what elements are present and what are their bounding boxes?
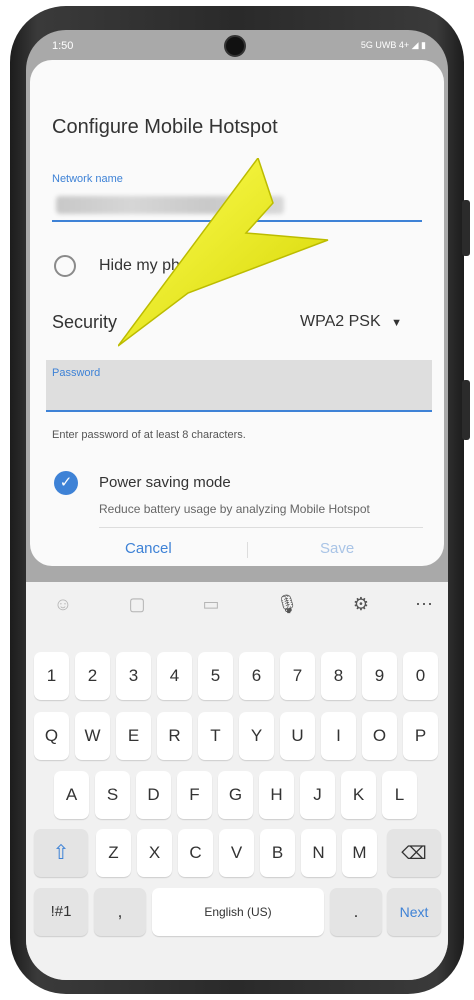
gif-icon[interactable]: ▭ (198, 594, 224, 615)
volume-button (462, 200, 470, 256)
save-button[interactable]: Save (320, 540, 354, 557)
backspace-key[interactable]: ⌫ (387, 829, 441, 877)
key-h[interactable]: H (259, 771, 294, 819)
next-key[interactable]: Next (387, 888, 441, 936)
space-key[interactable]: English (US) (152, 888, 324, 936)
dropdown-arrow-icon: ▼ (391, 317, 402, 329)
key-a[interactable]: A (54, 771, 89, 819)
password-hint: Enter password of at least 8 characters. (52, 429, 246, 441)
period-key[interactable]: . (330, 888, 382, 936)
phone-screen: 1:50 5G UWB 4+ ◢ ▮ Configure Mobile Hots… (26, 30, 448, 980)
key-4[interactable]: 4 (157, 652, 192, 700)
key-x[interactable]: X (137, 829, 172, 877)
key-2[interactable]: 2 (75, 652, 110, 700)
key-k[interactable]: K (341, 771, 376, 819)
power-saving-checkbox[interactable]: ✓ (54, 471, 78, 495)
key-j[interactable]: J (300, 771, 335, 819)
network-name-label: Network name (52, 173, 123, 185)
comma-key[interactable]: , (94, 888, 146, 936)
signal-icon: ◢ (411, 40, 419, 50)
backspace-icon: ⌫ (401, 843, 427, 863)
key-i[interactable]: I (321, 712, 356, 760)
key-y[interactable]: Y (239, 712, 274, 760)
key-l[interactable]: L (382, 771, 417, 819)
key-3[interactable]: 3 (116, 652, 151, 700)
key-r[interactable]: R (157, 712, 192, 760)
status-time: 1:50 (52, 40, 74, 52)
settings-gear-icon[interactable]: ⚙ (348, 594, 374, 615)
checkmark-icon: ✓ (59, 474, 73, 491)
button-divider (247, 542, 248, 558)
scroll-divider (99, 527, 423, 528)
home-icon[interactable]: ◯ (228, 978, 248, 980)
key-m[interactable]: M (342, 829, 377, 877)
key-u[interactable]: U (280, 712, 315, 760)
shift-arrow-icon: ⇧ (52, 842, 70, 864)
yellow-pointer-arrow-icon (118, 158, 329, 347)
recent-apps-icon[interactable]: ||| (110, 978, 124, 980)
key-w[interactable]: W (75, 712, 110, 760)
keyboard-hide-icon[interactable]: ⌨ (424, 978, 440, 980)
keyboard: ☺ ▢ ▭ 🎙 ⚙ ⋯ 1234567890 QWERTYUIOP ASDFGH… (26, 582, 448, 980)
key-c[interactable]: C (178, 829, 213, 877)
hide-phone-checkbox[interactable] (54, 255, 76, 277)
power-button (462, 380, 470, 440)
security-label: Security (52, 312, 118, 332)
key-5[interactable]: 5 (198, 652, 233, 700)
key-e[interactable]: E (116, 712, 151, 760)
password-label: Password (52, 367, 101, 379)
key-6[interactable]: 6 (239, 652, 274, 700)
sticker-icon[interactable]: ▢ (124, 594, 150, 615)
key-t[interactable]: T (198, 712, 233, 760)
password-input[interactable] (46, 360, 432, 412)
key-8[interactable]: 8 (321, 652, 356, 700)
power-saving-desc: Reduce battery usage by analyzing Mobile… (99, 502, 370, 516)
key-q[interactable]: Q (34, 712, 69, 760)
key-1[interactable]: 1 (34, 652, 69, 700)
back-icon[interactable]: ∨ (344, 978, 357, 980)
dialog-title: Configure Mobile Hotspot (52, 116, 278, 138)
key-d[interactable]: D (136, 771, 171, 819)
key-p[interactable]: P (403, 712, 438, 760)
power-saving-title: Power saving mode (99, 474, 231, 491)
key-9[interactable]: 9 (362, 652, 397, 700)
microphone-icon[interactable]: 🎙 (274, 594, 300, 615)
key-z[interactable]: Z (96, 829, 131, 877)
cancel-button[interactable]: Cancel (125, 540, 172, 557)
symbols-key[interactable]: !#1 (34, 888, 88, 936)
status-indicators: 5G UWB 4+ ◢ ▮ (361, 40, 426, 51)
emoji-icon[interactable]: ☺ (50, 594, 76, 615)
more-options-icon[interactable]: ⋯ (411, 594, 437, 615)
network-type: 5G UWB 4+ (360, 40, 410, 50)
battery-icon: ▮ (421, 40, 426, 50)
key-7[interactable]: 7 (280, 652, 315, 700)
key-s[interactable]: S (95, 771, 130, 819)
key-o[interactable]: O (362, 712, 397, 760)
key-v[interactable]: V (219, 829, 254, 877)
key-b[interactable]: B (260, 829, 295, 877)
key-0[interactable]: 0 (403, 652, 438, 700)
key-n[interactable]: N (301, 829, 336, 877)
front-camera (224, 35, 246, 57)
key-f[interactable]: F (177, 771, 212, 819)
key-g[interactable]: G (218, 771, 253, 819)
shift-key[interactable]: ⇧ (34, 829, 88, 877)
